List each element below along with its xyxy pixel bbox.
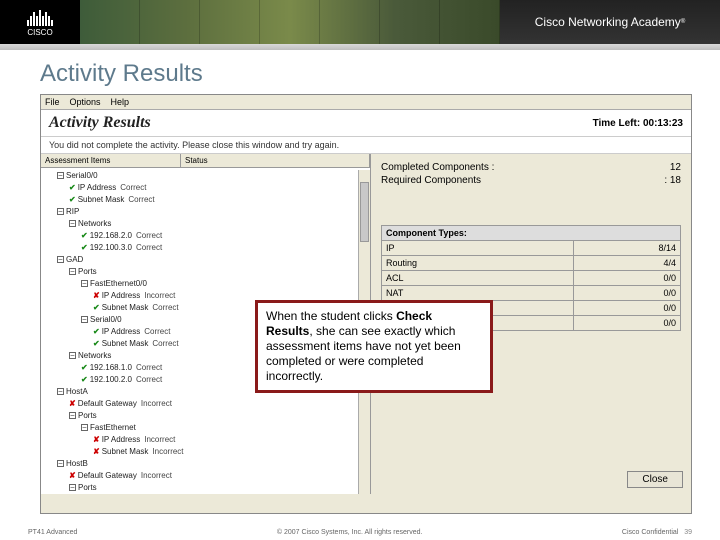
menubar: File Options Help xyxy=(41,95,691,110)
types-row: ACL0/0 xyxy=(382,271,681,286)
types-name: NAT xyxy=(382,286,574,301)
types-row: NAT0/0 xyxy=(382,286,681,301)
required-label: Required Components xyxy=(381,175,481,186)
types-score: 0/0 xyxy=(573,286,680,301)
time-left: Time Left: 00:13:23 xyxy=(593,118,683,129)
types-score: 4/4 xyxy=(573,256,680,271)
types-score: 0/0 xyxy=(573,301,680,316)
footer-right: Cisco Confidential xyxy=(622,529,678,536)
banner-brand: Cisco Networking Academy® xyxy=(500,0,720,44)
types-name: Routing xyxy=(382,256,574,271)
banner-people xyxy=(80,0,500,44)
types-row: Routing4/4 xyxy=(382,256,681,271)
completed-value: 12 xyxy=(670,162,681,173)
slide-title: Activity Results xyxy=(40,60,692,88)
types-score: 0/0 xyxy=(573,316,680,331)
info-line: You did not complete the activity. Pleas… xyxy=(41,137,691,154)
footer-mid: © 2007 Cisco Systems, Inc. All rights re… xyxy=(277,529,423,536)
types-score: 8/14 xyxy=(573,241,680,256)
types-row: IP8/14 xyxy=(382,241,681,256)
types-score: 0/0 xyxy=(573,271,680,286)
tree-columns: Assessment Items Status xyxy=(41,154,370,168)
required-value: : 18 xyxy=(664,175,681,186)
window-heading: Activity Results xyxy=(49,114,151,132)
menu-help[interactable]: Help xyxy=(111,97,130,107)
completed-label: Completed Components : xyxy=(381,162,494,173)
cisco-bars-icon xyxy=(27,8,53,26)
cisco-logo: CISCO xyxy=(0,0,80,44)
types-name: IP xyxy=(382,241,574,256)
close-button[interactable]: Close xyxy=(627,471,683,488)
slide-footer: PT41 Advanced © 2007 Cisco Systems, Inc.… xyxy=(0,529,720,536)
menu-options[interactable]: Options xyxy=(70,97,101,107)
page-number: 39 xyxy=(684,529,692,536)
types-name: ACL xyxy=(382,271,574,286)
banner: CISCO Cisco Networking Academy® xyxy=(0,0,720,44)
col-status: Status xyxy=(181,154,370,167)
col-items: Assessment Items xyxy=(41,154,181,167)
callout-box: When the student clicks Check Results, s… xyxy=(255,300,493,393)
cisco-text: CISCO xyxy=(27,28,52,37)
footer-left: PT41 Advanced xyxy=(28,529,77,536)
types-header: Component Types: xyxy=(382,226,681,241)
title-row: Activity Results Time Left: 00:13:23 xyxy=(41,110,691,137)
menu-file[interactable]: File xyxy=(45,97,60,107)
